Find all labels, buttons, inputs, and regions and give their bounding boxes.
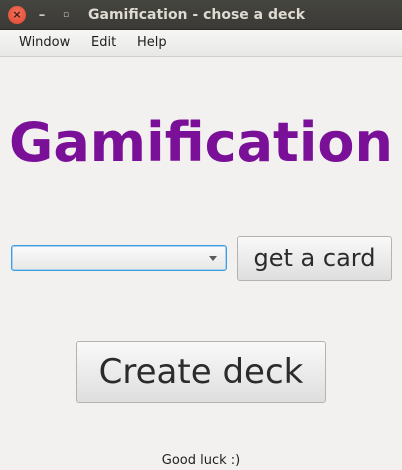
minimize-window-button[interactable]: – (33, 6, 51, 24)
maximize-icon: ▫ (62, 10, 70, 20)
close-window-button[interactable]: × (8, 6, 26, 24)
app-heading: Gamification (9, 111, 393, 174)
menu-edit[interactable]: Edit (91, 30, 116, 56)
close-icon: × (12, 8, 22, 21)
minimize-icon: – (38, 7, 46, 23)
chevron-down-icon (209, 256, 217, 261)
title-bar: × – ▫ Gamification - chose a deck (0, 0, 402, 30)
window-title: Gamification - chose a deck (88, 7, 306, 23)
status-text: Good luck :) (161, 453, 241, 468)
menu-window[interactable]: Window (19, 30, 70, 56)
deck-select[interactable] (11, 245, 227, 271)
create-deck-button[interactable]: Create deck (76, 341, 326, 403)
app-window: × – ▫ Gamification - chose a deck Window… (0, 0, 402, 470)
menu-bar: Window Edit Help (0, 30, 402, 57)
menu-help[interactable]: Help (137, 30, 167, 56)
get-card-button[interactable]: get a card (237, 236, 392, 281)
maximize-window-button[interactable]: ▫ (57, 6, 75, 24)
